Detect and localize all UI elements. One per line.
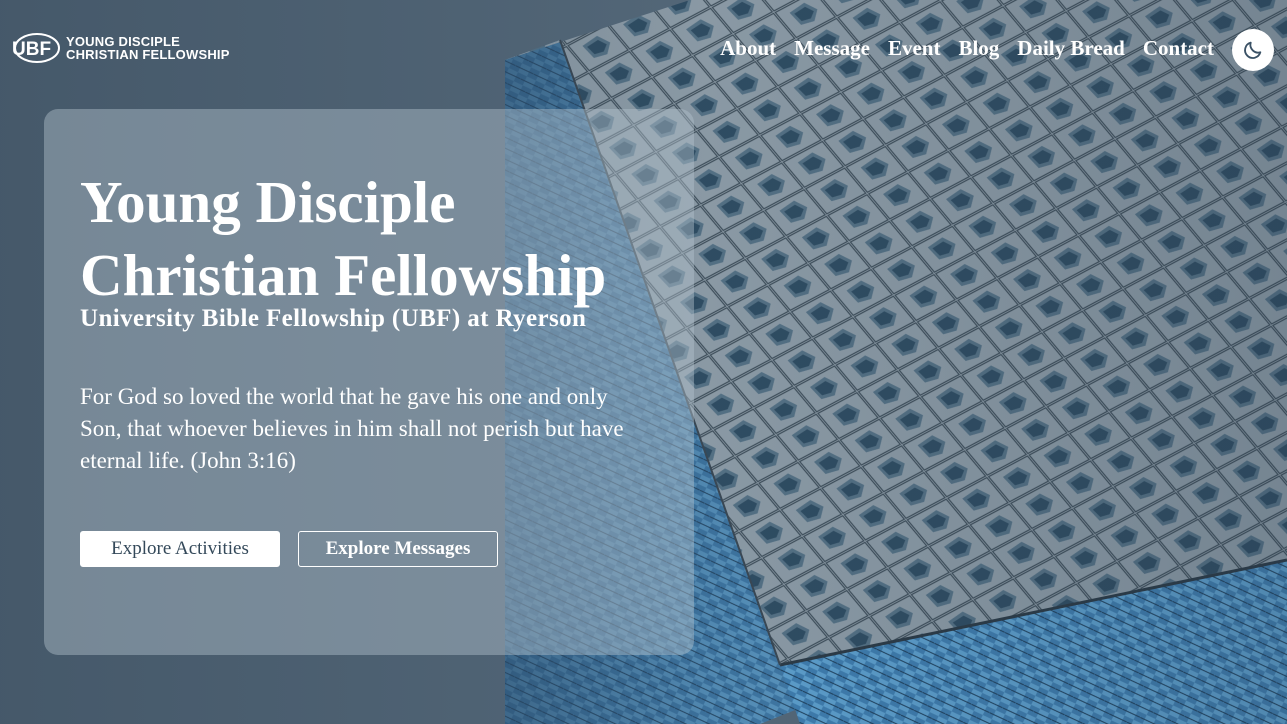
- nav-daily-bread[interactable]: Daily Bread: [1017, 36, 1125, 61]
- nav-about[interactable]: About: [720, 36, 776, 61]
- verse-line2: Son, that whoever believes in him shall …: [80, 416, 624, 441]
- brand-name: YOUNG DISCIPLE CHRISTIAN FELLOWSHIP: [66, 35, 230, 61]
- hero-title-line1: Young Disciple: [80, 169, 456, 235]
- hero-title: Young Disciple Christian Fellowship: [80, 166, 670, 312]
- main-nav: About Message Event Blog Daily Bread Con…: [720, 36, 1214, 61]
- nav-blog[interactable]: Blog: [958, 36, 999, 61]
- nav-contact[interactable]: Contact: [1143, 36, 1214, 61]
- nav-event[interactable]: Event: [888, 36, 941, 61]
- hero-card: Young Disciple Christian Fellowship Univ…: [44, 109, 694, 655]
- hero-subtitle: University Bible Fellowship (UBF) at Rye…: [80, 305, 587, 332]
- verse-line3: eternal life. (John 3:16): [80, 448, 296, 473]
- explore-messages-button[interactable]: Explore Messages: [298, 531, 498, 567]
- nav-message[interactable]: Message: [794, 36, 870, 61]
- hero-title-line2: Christian Fellowship: [80, 242, 607, 308]
- ubf-logo-icon: UBF: [12, 33, 60, 63]
- logo-mark-text: UBF: [12, 39, 51, 60]
- brand-name-line2: CHRISTIAN FELLOWSHIP: [66, 47, 230, 62]
- brand-logo[interactable]: UBF YOUNG DISCIPLE CHRISTIAN FELLOWSHIP: [10, 32, 230, 64]
- explore-activities-button[interactable]: Explore Activities: [80, 531, 280, 567]
- moon-icon: [1244, 41, 1262, 59]
- theme-toggle-button[interactable]: [1232, 29, 1274, 71]
- bible-verse: For God so loved the world that he gave …: [80, 381, 650, 477]
- verse-line1: For God so loved the world that he gave …: [80, 384, 608, 409]
